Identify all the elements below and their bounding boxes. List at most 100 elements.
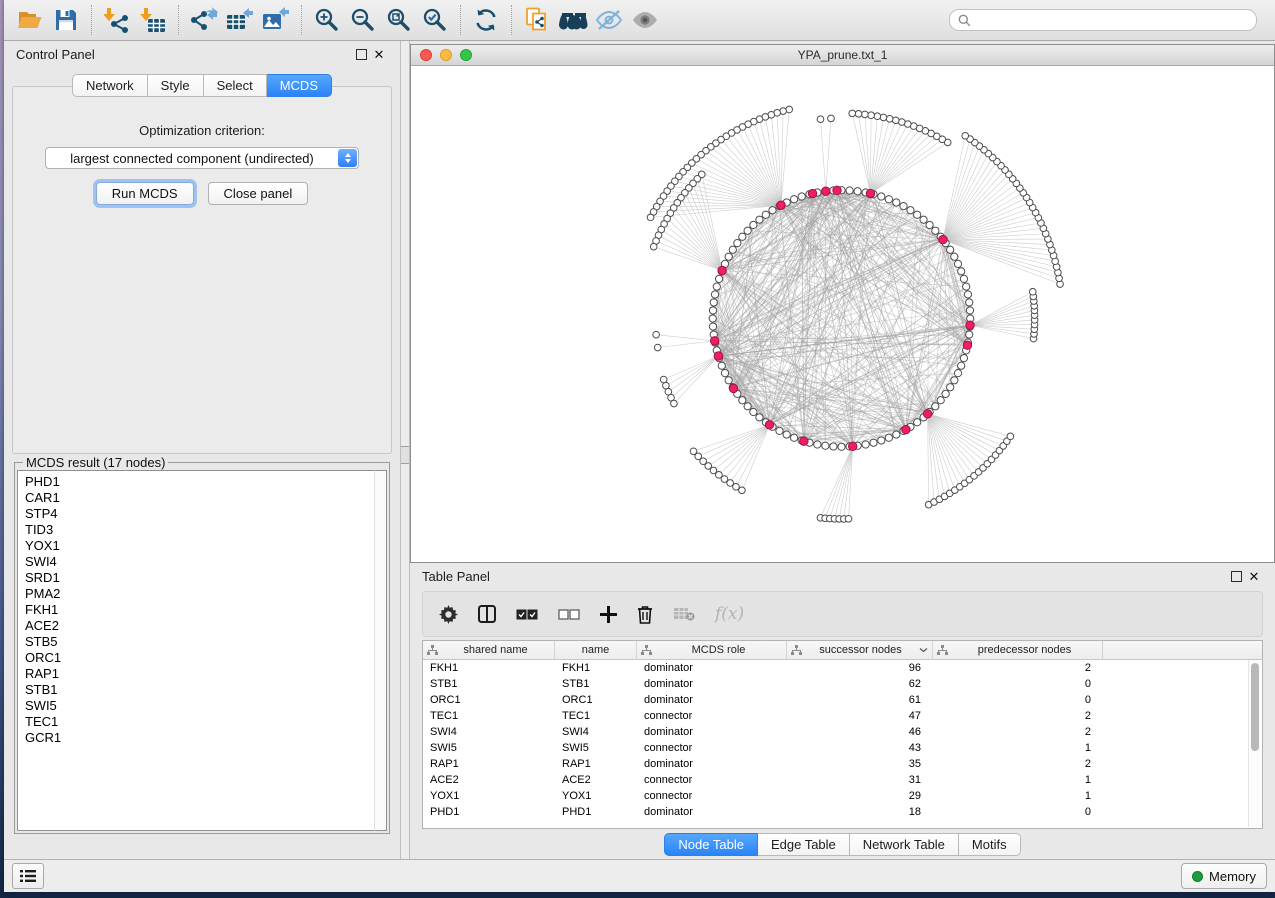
close-panel-button[interactable]: Close panel [208,182,309,205]
copy-network-icon[interactable] [519,4,555,36]
mcds-node-item[interactable]: PMA2 [25,586,386,602]
show-all-icon[interactable] [627,4,663,36]
cell-predecessor-nodes[interactable]: 0 [933,692,1103,708]
close-table-panel-icon[interactable]: ✕ [1245,567,1263,585]
mcds-result-list[interactable]: PHD1CAR1STP4TID3YOX1SWI4SRD1PMA2FKH1ACE2… [17,470,387,831]
cell-shared-name[interactable]: YOX1 [423,788,555,804]
column-header-name[interactable]: name [555,641,637,659]
cell-name[interactable]: PHD1 [555,804,637,820]
cell-name[interactable]: ACE2 [555,772,637,788]
cell-predecessor-nodes[interactable]: 1 [933,788,1103,804]
hide-selected-icon[interactable] [591,4,627,36]
cell-name[interactable]: SWI5 [555,740,637,756]
cell-shared-name[interactable]: PHD1 [423,804,555,820]
tab-select[interactable]: Select [204,74,267,97]
mcds-node-item[interactable]: SRD1 [25,570,386,586]
mcds-node-item[interactable]: TID3 [25,522,386,538]
column-header-MCDS-role[interactable]: MCDS role [637,641,787,659]
column-header-predecessor-nodes[interactable]: predecessor nodes [933,641,1103,659]
cell-predecessor-nodes[interactable]: 2 [933,724,1103,740]
export-table-icon[interactable] [222,4,258,36]
cell-successor-nodes[interactable]: 47 [787,708,933,724]
cell-predecessor-nodes[interactable]: 0 [933,676,1103,692]
mcds-node-item[interactable]: STB5 [25,634,386,650]
cell-name[interactable]: RAP1 [555,756,637,772]
node-table[interactable]: shared namenameMCDS rolesuccessor nodesp… [422,640,1263,829]
table-tab-motifs[interactable]: Motifs [959,833,1021,856]
zoom-fit-icon[interactable] [381,4,417,36]
refresh-icon[interactable] [468,4,504,36]
cell-predecessor-nodes[interactable]: 1 [933,740,1103,756]
save-icon[interactable] [48,4,84,36]
cell-successor-nodes[interactable]: 31 [787,772,933,788]
cell-shared-name[interactable]: SWI5 [423,740,555,756]
open-file-icon[interactable] [12,4,48,36]
mcds-node-item[interactable]: PHD1 [25,474,386,490]
select-all-columns-icon[interactable] [516,609,538,620]
network-canvas[interactable] [411,66,1274,562]
show-column-panel-icon[interactable] [478,605,496,623]
cell-MCDS-role[interactable]: dominator [637,660,787,676]
table-settings-icon[interactable] [439,605,458,624]
float-panel-icon[interactable] [352,45,370,63]
cell-predecessor-nodes[interactable]: 1 [933,772,1103,788]
table-tab-node-table[interactable]: Node Table [664,833,758,856]
table-row[interactable]: ACE2ACE2connector311 [423,772,1262,788]
mcds-node-item[interactable]: SWI4 [25,554,386,570]
cell-MCDS-role[interactable]: dominator [637,756,787,772]
cell-name[interactable]: FKH1 [555,660,637,676]
mcds-node-item[interactable]: FKH1 [25,602,386,618]
mcds-node-item[interactable]: CAR1 [25,490,386,506]
table-row[interactable]: SWI4SWI4dominator462 [423,724,1262,740]
table-row[interactable]: SWI5SWI5connector431 [423,740,1262,756]
mcds-node-item[interactable]: STB1 [25,682,386,698]
table-scrollbar-thumb[interactable] [1251,663,1259,751]
export-image-icon[interactable] [258,4,294,36]
network-window-titlebar[interactable]: YPA_prune.txt_1 [411,45,1274,66]
mcds-node-item[interactable]: TEC1 [25,714,386,730]
cell-successor-nodes[interactable]: 62 [787,676,933,692]
cell-successor-nodes[interactable]: 43 [787,740,933,756]
cell-MCDS-role[interactable]: dominator [637,676,787,692]
table-row[interactable]: STB1STB1dominator620 [423,676,1262,692]
cell-shared-name[interactable]: RAP1 [423,756,555,772]
cell-predecessor-nodes[interactable]: 0 [933,804,1103,820]
cell-successor-nodes[interactable]: 29 [787,788,933,804]
add-column-icon[interactable] [600,606,617,623]
cell-successor-nodes[interactable]: 18 [787,804,933,820]
zoom-selected-icon[interactable] [417,4,453,36]
cell-shared-name[interactable]: FKH1 [423,660,555,676]
search-box[interactable] [949,9,1257,31]
table-row[interactable]: YOX1YOX1connector291 [423,788,1262,804]
export-network-icon[interactable] [186,4,222,36]
criterion-select[interactable]: largest connected component (undirected) [45,147,359,169]
zoom-in-icon[interactable] [309,4,345,36]
mcds-node-item[interactable]: YOX1 [25,538,386,554]
cell-name[interactable]: STB1 [555,676,637,692]
import-table-icon[interactable] [135,4,171,36]
cell-successor-nodes[interactable]: 96 [787,660,933,676]
cell-name[interactable]: SWI4 [555,724,637,740]
cell-successor-nodes[interactable]: 46 [787,724,933,740]
table-row[interactable]: ORC1ORC1dominator610 [423,692,1262,708]
cell-MCDS-role[interactable]: dominator [637,724,787,740]
table-scrollbar[interactable] [1248,660,1262,827]
cell-shared-name[interactable]: ORC1 [423,692,555,708]
table-row[interactable]: PHD1PHD1dominator180 [423,804,1262,820]
mcds-node-item[interactable]: ACE2 [25,618,386,634]
cell-successor-nodes[interactable]: 61 [787,692,933,708]
cell-MCDS-role[interactable]: dominator [637,804,787,820]
search-input[interactable] [977,12,1248,28]
panel-splitter[interactable] [400,41,410,859]
cell-shared-name[interactable]: ACE2 [423,772,555,788]
cell-MCDS-role[interactable]: dominator [637,692,787,708]
cell-MCDS-role[interactable]: connector [637,708,787,724]
cell-shared-name[interactable]: TEC1 [423,708,555,724]
table-row[interactable]: TEC1TEC1connector472 [423,708,1262,724]
cell-successor-nodes[interactable]: 35 [787,756,933,772]
show-panels-button[interactable] [12,863,44,889]
cell-name[interactable]: YOX1 [555,788,637,804]
float-table-panel-icon[interactable] [1227,567,1245,585]
cell-predecessor-nodes[interactable]: 2 [933,756,1103,772]
table-tab-edge-table[interactable]: Edge Table [758,833,850,856]
